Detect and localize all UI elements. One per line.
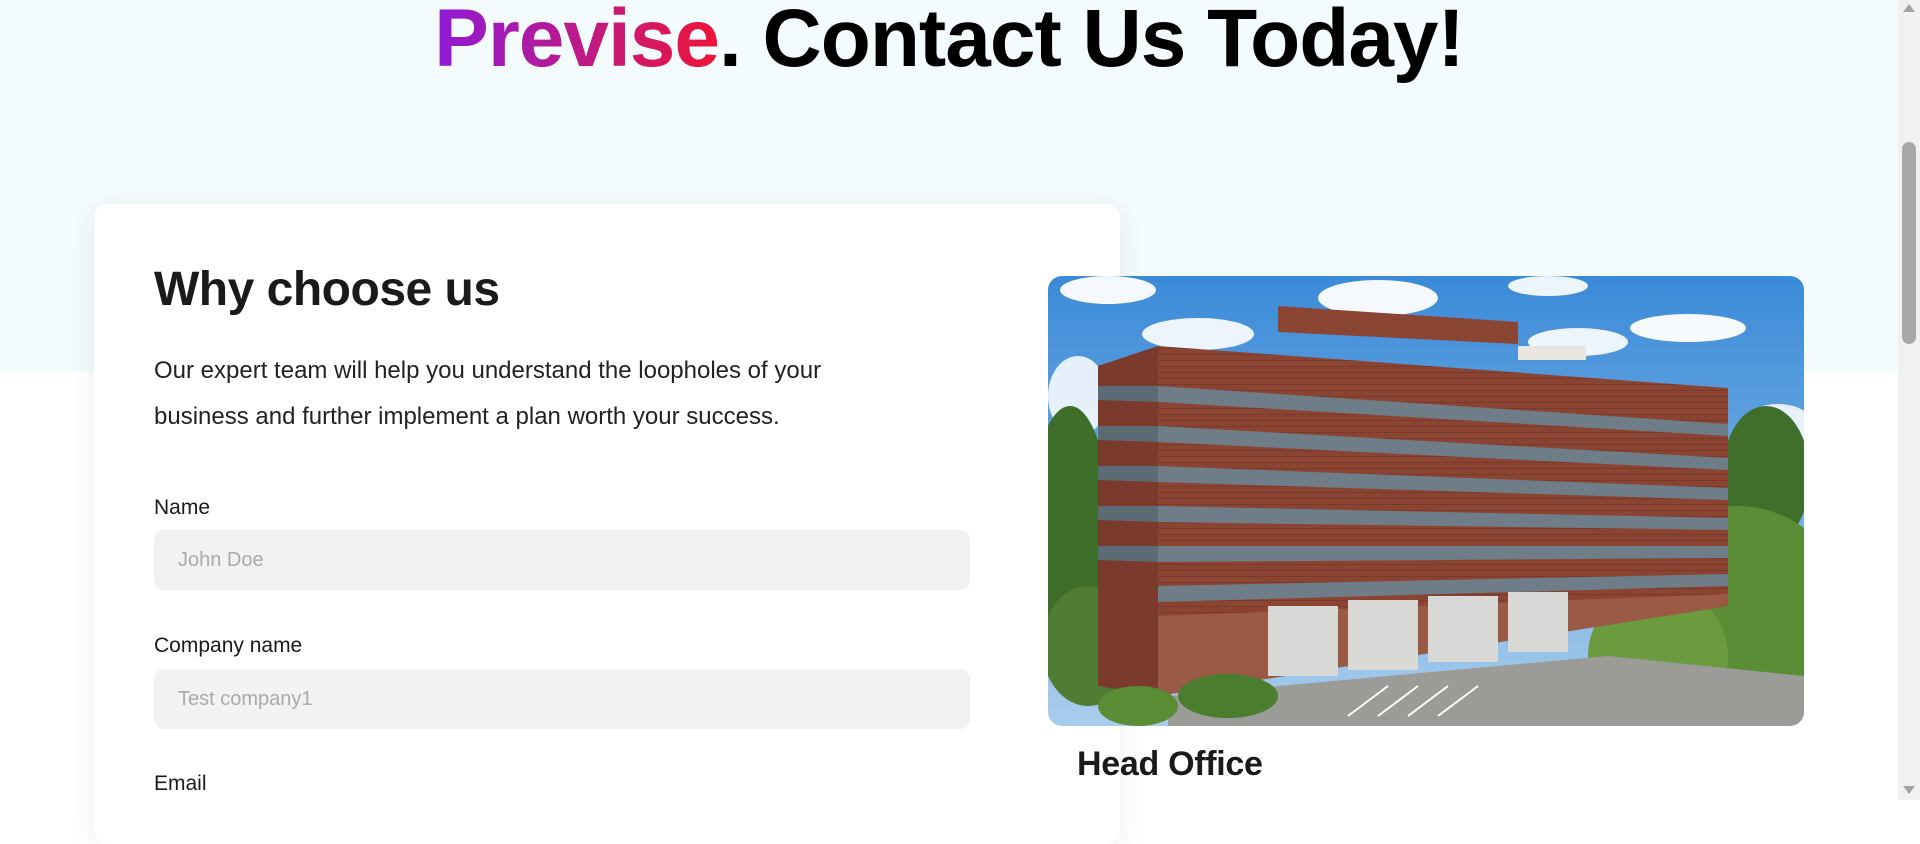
page-title-text: . Contact Us Today! xyxy=(718,0,1465,84)
scroll-up-arrow-icon[interactable] xyxy=(1903,4,1915,12)
name-input[interactable] xyxy=(154,530,970,590)
office-building-image xyxy=(1048,276,1804,726)
company-name-input[interactable] xyxy=(154,669,970,729)
brand-name: Previse xyxy=(434,0,720,84)
office-building-illustration xyxy=(1048,276,1804,726)
why-choose-text: Our expert team will help you understand… xyxy=(154,357,822,430)
head-office-title: Head Office xyxy=(1077,745,1263,783)
company-name-label: Company name xyxy=(154,634,303,657)
email-label: Email xyxy=(154,772,207,795)
why-choose-title: Why choose us xyxy=(154,263,500,316)
scroll-thumb[interactable] xyxy=(1902,142,1916,344)
page-scrollbar[interactable] xyxy=(1898,0,1920,800)
scroll-down-arrow-icon[interactable] xyxy=(1903,786,1915,794)
page-title: Previse. Contact Us Today! xyxy=(0,0,1898,84)
name-label: Name xyxy=(154,496,211,519)
